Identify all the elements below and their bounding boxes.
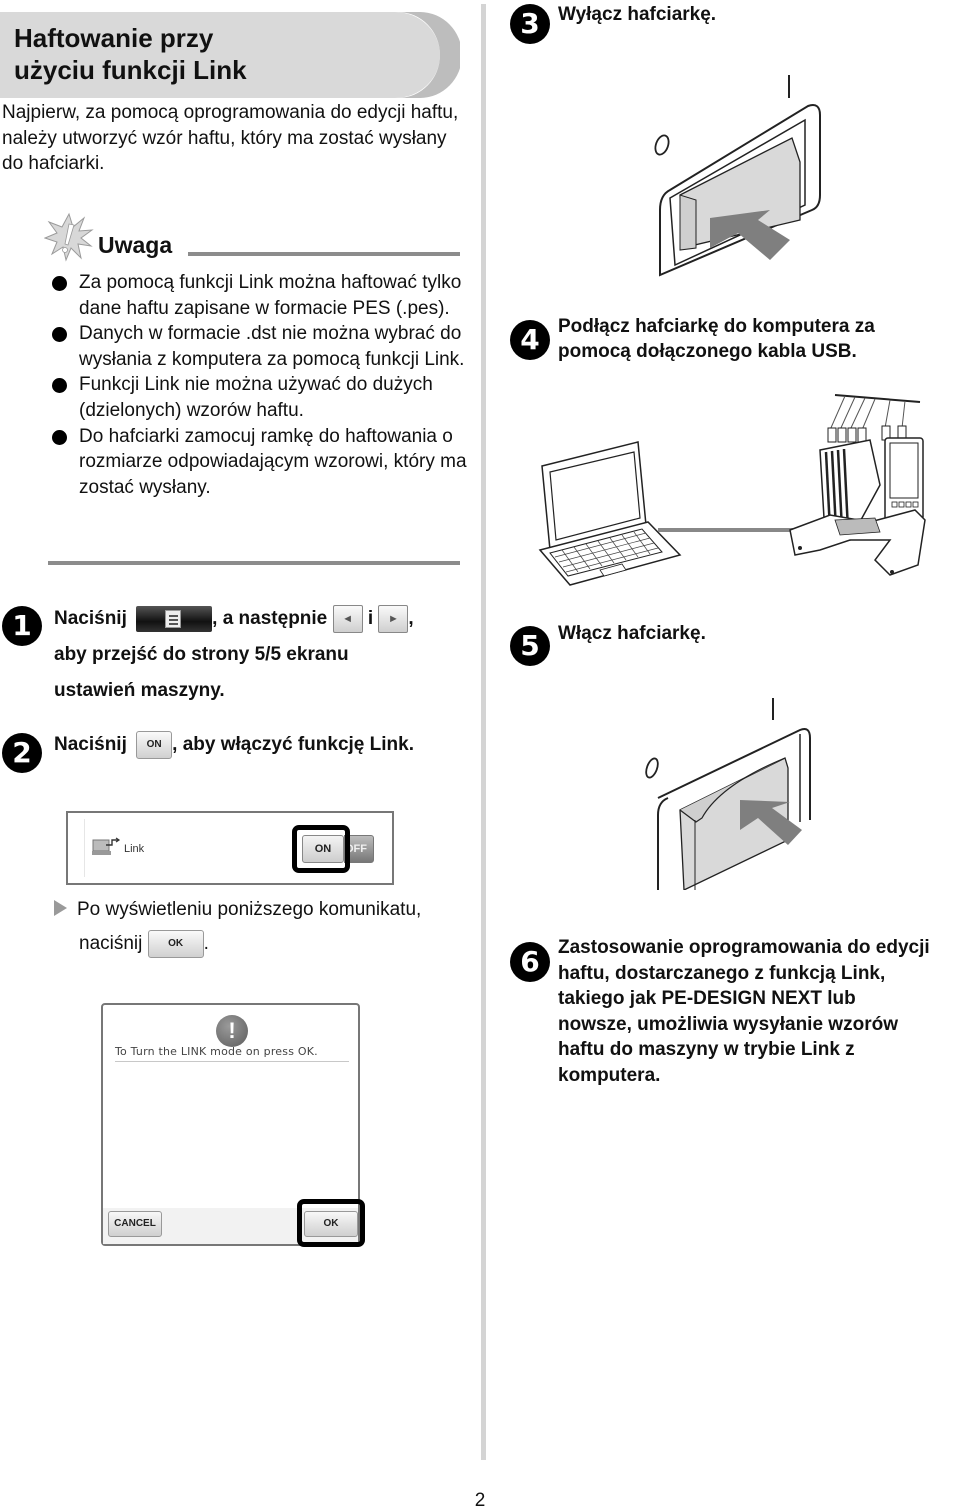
power-switch-off-illustration	[654, 75, 821, 277]
section-title-banner: Haftowanie przy użyciu funkcji Link	[0, 12, 460, 98]
title-line-2: użyciu funkcji Link	[14, 55, 247, 85]
switch-off-mark	[645, 757, 659, 779]
bullet-icon	[52, 276, 67, 291]
switch-off-mark	[654, 134, 670, 156]
note-item: Funkcji Link nie można używać do dużych …	[52, 372, 472, 423]
step-1-and-label: i	[367, 608, 374, 629]
embroidery-machine-icon	[789, 394, 926, 576]
settings-icon	[165, 609, 182, 628]
sub-step: Po wyświetleniu poniższego komunikatu, n…	[54, 893, 474, 961]
bullet-icon	[52, 378, 67, 394]
ok-inline-button[interactable]: OK	[147, 929, 204, 958]
step-number-6: 6	[510, 942, 550, 982]
usb-connection-illustration	[538, 394, 926, 586]
step-number-2: 2	[2, 733, 42, 773]
next-page-button[interactable]: ►	[378, 604, 409, 633]
step-4-line-1: Podłącz hafciarkę do komputera za	[558, 316, 875, 337]
highlight-frame	[297, 1199, 365, 1247]
step-5-text: Włącz hafciarkę.	[558, 623, 706, 644]
step-6-line: haftu do maszyny w trybie Link z	[558, 1039, 855, 1061]
comma: ,	[408, 608, 414, 629]
note-bottom-rule	[48, 561, 460, 565]
bullet-icon	[52, 429, 67, 445]
note-item-text: Do hafciarki zamocuj ramkę do haftowania…	[79, 425, 467, 498]
page-title: Haftowanie przy użyciu funkcji Link	[14, 22, 247, 86]
step-number-1: 1	[2, 606, 42, 646]
note-top-rule	[188, 252, 460, 256]
exclamation-icon: !	[216, 1015, 248, 1047]
link-pc-icon	[92, 837, 121, 855]
step-3-text: Wyłącz hafciarkę.	[558, 4, 717, 25]
note-list: Za pomocą funkcji Link można haftować ty…	[52, 270, 472, 500]
power-switch-on-illustration	[645, 698, 811, 890]
laptop-icon	[538, 441, 682, 586]
step-number-5: 5	[510, 626, 550, 666]
step-number-4: 4	[510, 320, 550, 360]
note-item-text: Za pomocą funkcji Link można haftować ty…	[79, 272, 462, 319]
note-item: Za pomocą funkcji Link można haftować ty…	[52, 270, 472, 321]
settings-button[interactable]	[136, 605, 213, 632]
column-divider	[481, 4, 486, 1460]
step-number-3: 3	[510, 4, 550, 44]
step-4-line-2: pomocą dołączonego kabla USB.	[558, 341, 857, 362]
step-6-line: komputera.	[558, 1064, 661, 1086]
link-label: Link	[124, 843, 145, 855]
step-6-line: takiego jak PE-DESIGN NEXT lub	[558, 988, 856, 1010]
period: .	[203, 933, 209, 954]
link-confirm-dialog: ! To Turn the LINK mode on press OK. CAN…	[101, 1003, 365, 1247]
bullet-icon	[52, 327, 67, 343]
step-4-text: Podłącz hafciarkę do komputera za pomocą…	[558, 314, 875, 364]
step-6-line: Zastosowanie oprogramowania do edycji	[558, 937, 930, 958]
arrow-right-icon	[54, 900, 67, 916]
title-line-1: Haftowanie przy	[14, 23, 214, 53]
note-item: Danych w formacie .dst nie można wybrać …	[52, 321, 472, 372]
step-1-press-label: Naciśnij	[54, 608, 127, 629]
step-2-rest: , aby włączyć funkcję Link.	[172, 734, 414, 755]
link-settings-panel: Link OFF ON	[66, 811, 394, 885]
sub-step-press-label: naciśnij	[79, 933, 143, 954]
page-number: 2	[474, 1490, 486, 1511]
step-2-press-label: Naciśnij	[54, 734, 127, 755]
on-inline-button[interactable]: ON	[136, 730, 173, 759]
cancel-button[interactable]: CANCEL	[108, 1211, 162, 1237]
note-item-text: Funkcji Link nie można używać do dużych …	[79, 374, 433, 421]
dialog-message: To Turn the LINK mode on press OK.	[115, 1045, 318, 1058]
warning-star-icon	[43, 212, 94, 262]
step-6-text: Zastosowanie oprogramowania do edycji ha…	[558, 935, 960, 1089]
note-title: Uwaga	[98, 232, 173, 258]
step-1-line-3: ustawień maszyny.	[54, 680, 225, 701]
step-6-line: nowsze, umożliwia wysyłanie wzorów	[558, 1013, 898, 1035]
step-1-then-label: , a następnie	[212, 608, 328, 629]
dialog-message-rule	[115, 1061, 349, 1062]
intro-paragraph: Najpierw, za pomocą oprogramowania do ed…	[2, 102, 459, 174]
step-6-line: haftu, dostarczanego z funkcją Link,	[558, 962, 886, 984]
panel-separator	[84, 819, 85, 877]
note-item: Do hafciarki zamocuj ramkę do haftowania…	[52, 424, 472, 501]
sub-step-line-1: Po wyświetleniu poniższego komunikatu,	[77, 899, 422, 920]
prev-page-button[interactable]: ◄	[332, 604, 363, 633]
step-1-line-2: aby przejść do strony 5/5 ekranu	[54, 644, 349, 665]
step-2-text: Naciśnij ON, aby włączyć funkcję Link.	[54, 730, 474, 760]
step-1-text: Naciśnij , a następnie ◄ i ►, aby przejś…	[54, 601, 474, 709]
note-item-text: Danych w formacie .dst nie można wybrać …	[79, 323, 465, 370]
highlight-frame	[292, 825, 350, 873]
